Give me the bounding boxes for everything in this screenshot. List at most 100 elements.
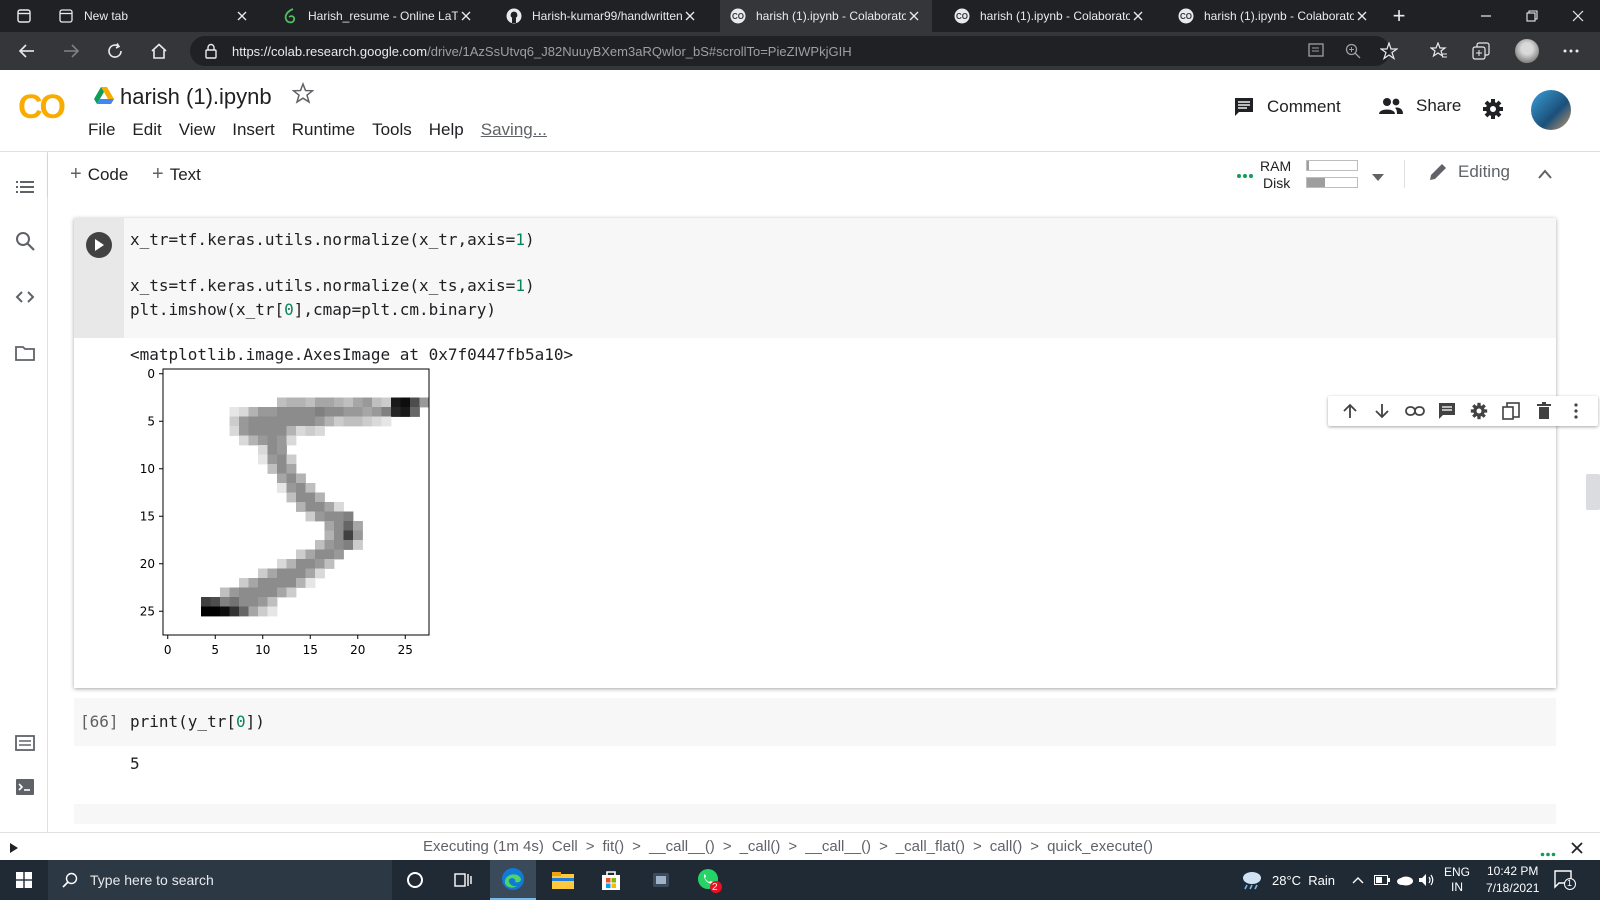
comment-cell-icon[interactable] (1437, 401, 1457, 421)
close-tab-icon[interactable] (1354, 8, 1370, 24)
expand-status-icon[interactable] (10, 840, 18, 857)
reload-icon[interactable] (100, 36, 130, 66)
add-favorite-icon[interactable] (1374, 36, 1404, 66)
runtime-dropdown-icon[interactable] (1372, 169, 1384, 187)
code-cell[interactable]: x_tr=tf.keras.utils.normalize(x_tr,axis=… (74, 218, 1556, 688)
file-explorer-icon[interactable] (540, 860, 586, 900)
code-snippets-icon[interactable] (14, 286, 36, 308)
trace-item[interactable]: _call() (740, 838, 781, 855)
command-palette-icon[interactable] (14, 732, 36, 754)
menu-tools[interactable]: Tools (372, 120, 412, 140)
cell-settings-icon[interactable] (1469, 401, 1489, 421)
onedrive-cloud-icon[interactable] (1396, 860, 1414, 900)
code-editor[interactable]: x_tr=tf.keras.utils.normalize(x_tr,axis=… (124, 218, 1556, 338)
collections-icon[interactable] (1466, 36, 1496, 66)
weather-widget[interactable]: 28°C Rain (1240, 860, 1335, 900)
trace-item[interactable]: __call__() (649, 838, 715, 855)
add-text-button[interactable]: + Text (152, 163, 201, 186)
close-tab-icon[interactable] (234, 8, 250, 24)
browser-tab-colab-tab-active[interactable]: CO harish (1).ipynb - Colaborator (720, 0, 932, 32)
app-icon[interactable] (638, 860, 684, 900)
forward-icon[interactable] (56, 36, 86, 66)
task-view-icon[interactable] (440, 860, 486, 900)
reader-mode-icon[interactable] (1302, 36, 1332, 66)
window-menu-icon[interactable] (2, 0, 46, 32)
close-tab-icon[interactable] (1130, 8, 1146, 24)
scrollbar-thumb[interactable] (1586, 474, 1600, 510)
code-cell[interactable] (74, 804, 1556, 824)
notebook-title[interactable]: harish (1).ipynb (120, 84, 272, 110)
menu-help[interactable]: Help (429, 120, 464, 140)
saving-status[interactable]: Saving... (481, 120, 547, 140)
zoom-icon[interactable] (1338, 36, 1368, 66)
close-tab-icon[interactable] (458, 8, 474, 24)
heatmap-cell (334, 416, 344, 427)
microsoft-store-icon[interactable] (588, 860, 634, 900)
trace-item[interactable]: quick_execute() (1047, 838, 1153, 855)
trace-item[interactable]: __call__() (805, 838, 871, 855)
url-field[interactable]: https://colab.research.google.com/drive/… (190, 36, 1390, 66)
share-button[interactable]: Share (1378, 96, 1461, 116)
colab-logo[interactable]: CO (18, 88, 66, 127)
trace-item[interactable]: call() (990, 838, 1023, 855)
resource-monitor[interactable]: RAM Disk (1260, 156, 1378, 192)
show-hidden-icons-icon[interactable] (1352, 860, 1364, 900)
whatsapp-icon[interactable]: 2 (686, 860, 732, 900)
add-code-button[interactable]: + Code (70, 163, 128, 186)
more-options-icon[interactable] (1566, 401, 1586, 421)
browser-tab-github-tab[interactable]: Harish-kumar99/handwritten- (496, 0, 708, 32)
move-up-icon[interactable] (1340, 401, 1360, 421)
restore-button[interactable] (1509, 0, 1555, 32)
menu-edit[interactable]: Edit (132, 120, 161, 140)
battery-icon[interactable] (1374, 860, 1390, 900)
star-icon[interactable] (291, 81, 315, 110)
close-tab-icon[interactable] (906, 8, 922, 24)
settings-gear-icon[interactable] (1482, 98, 1504, 120)
browser-tab-overleaf-tab[interactable]: Harish_resume - Online LaTeX (272, 0, 484, 32)
close-status-icon[interactable] (1571, 841, 1583, 858)
new-tab-button[interactable]: + (1384, 0, 1414, 32)
menu-file[interactable]: File (88, 120, 115, 140)
input-language[interactable]: ENG IN (1444, 860, 1470, 900)
minimize-button[interactable] (1463, 0, 1509, 32)
cortana-icon[interactable] (392, 860, 438, 900)
edge-browser-icon[interactable] (490, 860, 536, 900)
clock[interactable]: 10:42 PM 7/18/2021 (1486, 860, 1539, 900)
browser-tab-colab-tab[interactable]: CO harish (1).ipynb - Colaborator (944, 0, 1156, 32)
code-cell[interactable]: [66] print(y_tr[0]) (74, 698, 1556, 746)
comment-button[interactable]: Comment (1233, 96, 1341, 118)
search-icon[interactable] (14, 230, 36, 252)
volume-icon[interactable] (1418, 860, 1436, 900)
terminal-icon[interactable] (14, 776, 36, 798)
run-cell-button[interactable] (86, 232, 112, 258)
windows-start-icon[interactable] (0, 860, 48, 900)
close-tab-icon[interactable] (682, 8, 698, 24)
user-avatar[interactable] (1531, 90, 1571, 130)
trace-item[interactable]: fit() (603, 838, 625, 855)
profile-icon[interactable] (1512, 36, 1542, 66)
browser-more-icon[interactable] (1556, 36, 1586, 66)
mirror-cell-icon[interactable] (1501, 401, 1521, 421)
trace-item[interactable]: _call_flat() (896, 838, 965, 855)
link-icon[interactable] (1404, 401, 1425, 421)
close-window-button[interactable] (1555, 0, 1600, 32)
delete-cell-icon[interactable] (1534, 401, 1554, 421)
google-drive-icon[interactable] (94, 87, 114, 110)
back-icon[interactable] (12, 36, 42, 66)
favorites-icon[interactable] (1424, 36, 1454, 66)
menu-view[interactable]: View (179, 120, 216, 140)
home-icon[interactable] (144, 36, 174, 66)
collapse-header-icon[interactable] (1538, 166, 1552, 184)
menu-insert[interactable]: Insert (232, 120, 275, 140)
browser-tab-colab-tab[interactable]: CO harish (1).ipynb - Colaborator (1168, 0, 1380, 32)
browser-tab-new-tab[interactable]: New tab (48, 0, 260, 32)
files-folder-icon[interactable] (14, 342, 36, 364)
move-down-icon[interactable] (1372, 401, 1392, 421)
menu-runtime[interactable]: Runtime (292, 120, 355, 140)
table-of-contents-icon[interactable] (14, 176, 36, 198)
trace-item[interactable]: Cell (552, 838, 578, 855)
status-dots-icon[interactable] (1540, 844, 1556, 861)
taskbar-search-box[interactable]: Type here to search (48, 860, 392, 900)
notifications-icon[interactable]: 1 (1554, 860, 1576, 900)
editing-mode-button[interactable]: Editing (1428, 162, 1510, 182)
